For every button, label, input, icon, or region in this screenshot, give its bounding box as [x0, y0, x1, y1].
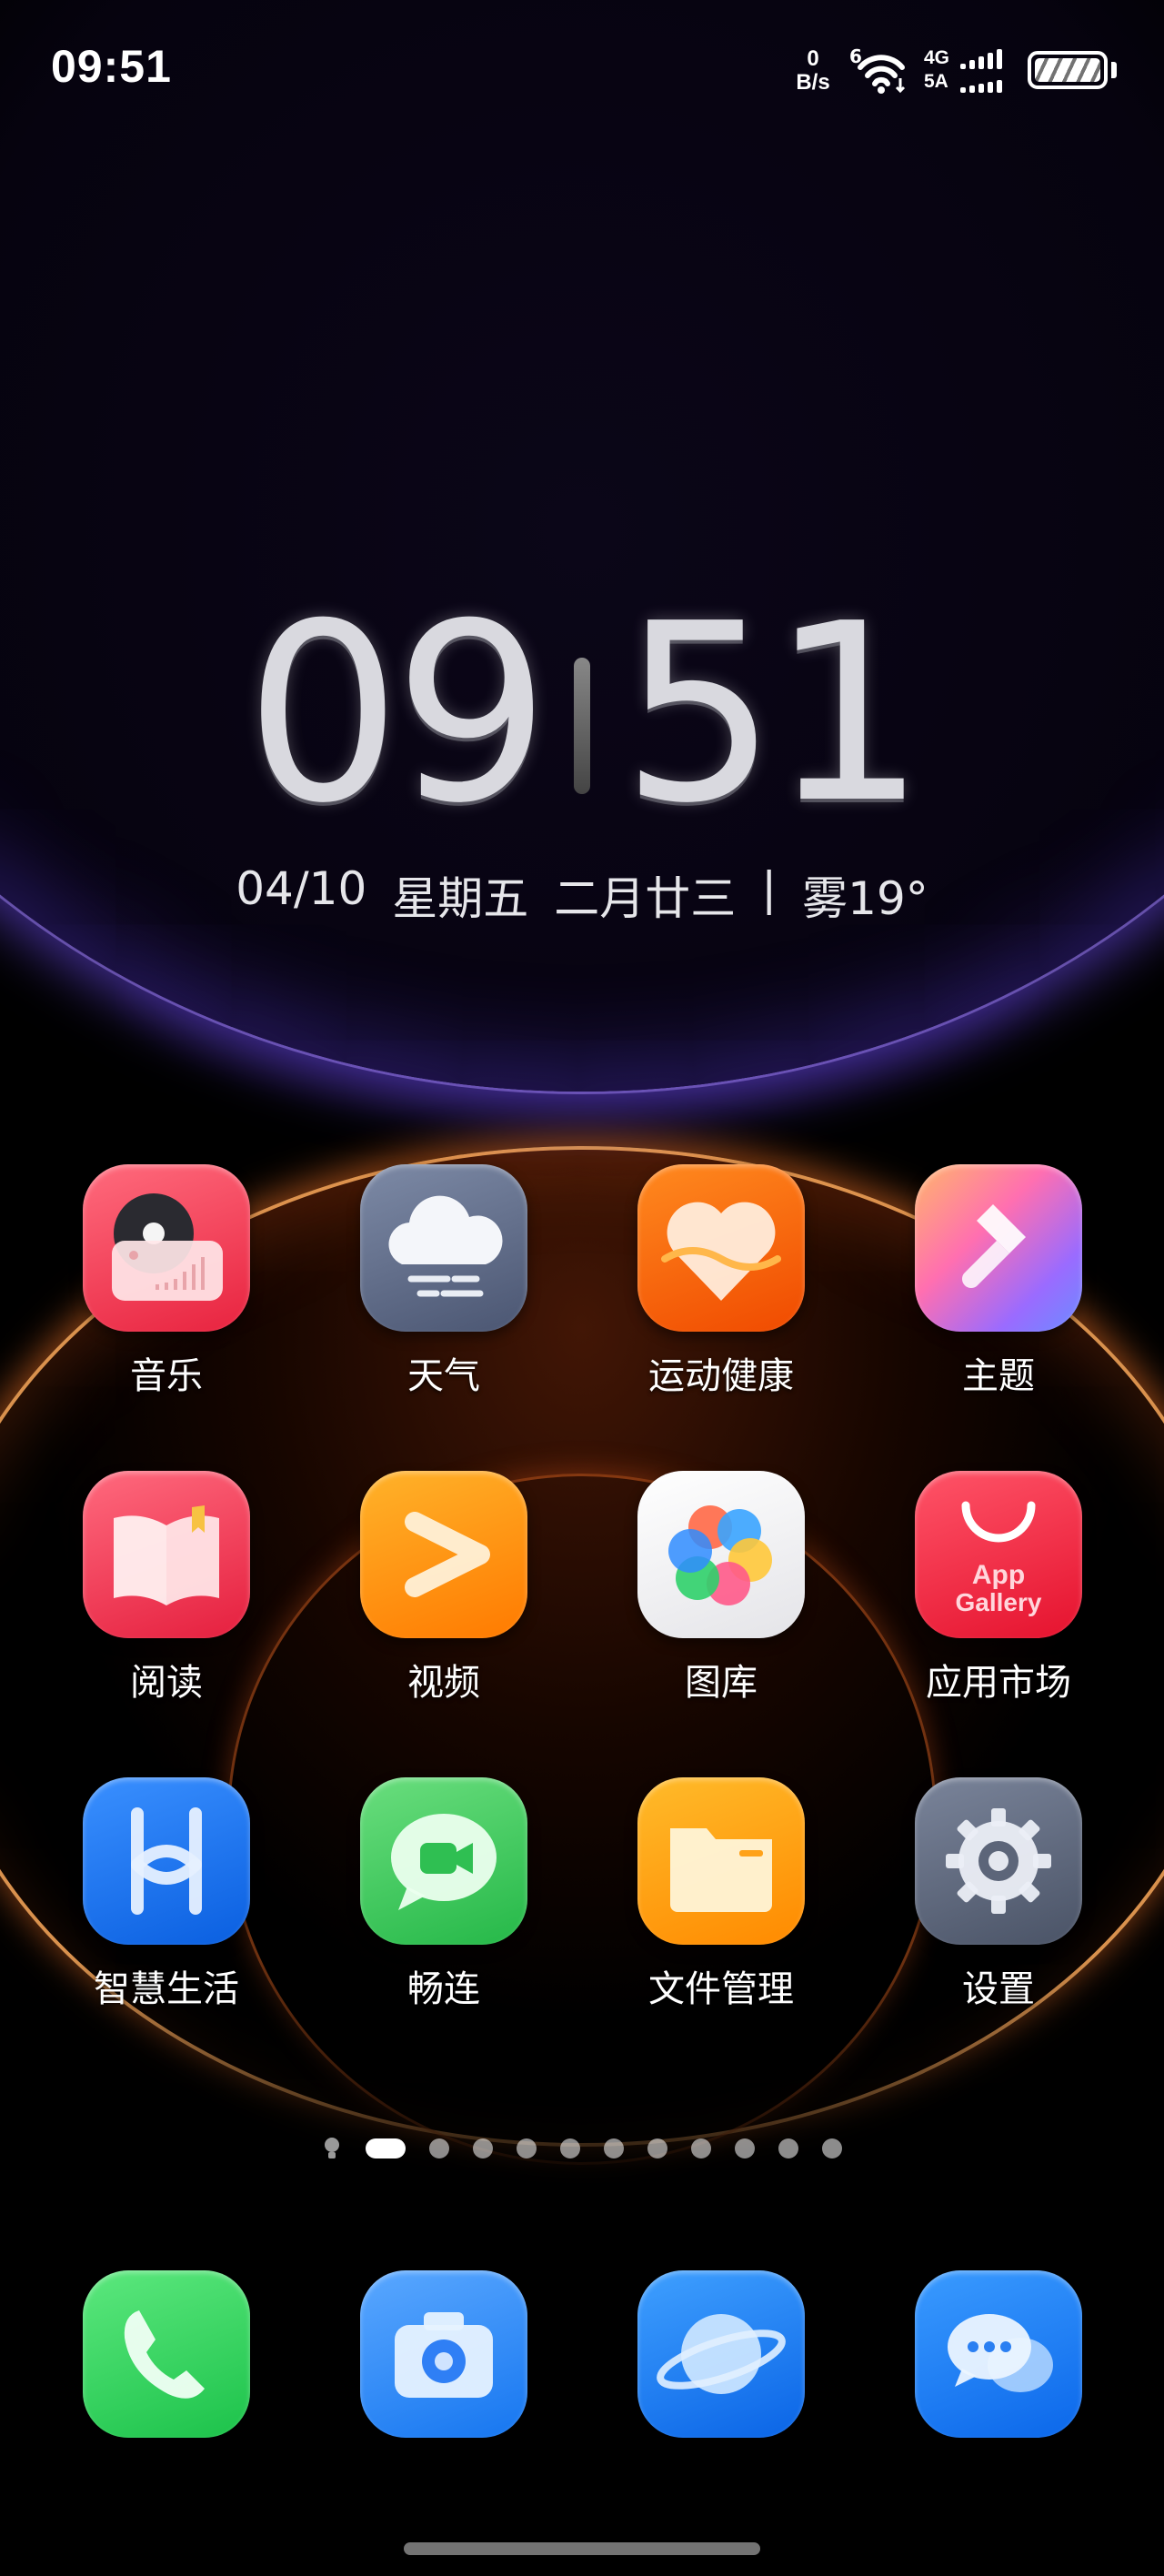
app-label: 阅读 — [130, 1662, 203, 1704]
cellular-signal: 4G 5A — [924, 47, 1015, 95]
appgallery-icon-text-gallery: Gallery — [956, 1588, 1042, 1616]
clock-date: 04/10 — [236, 862, 367, 915]
dock-messages[interactable] — [871, 2270, 1126, 2438]
app-files[interactable]: 文件管理 — [594, 1777, 848, 2012]
page-dot[interactable] — [647, 2138, 667, 2158]
sim1-label: 4G — [924, 47, 950, 68]
sim2-signal-bars — [960, 73, 1002, 93]
app-label: 畅连 — [407, 1968, 480, 2010]
page-dot[interactable] — [517, 2138, 537, 2158]
app-weather[interactable]: 天气 — [316, 1164, 571, 1399]
app-settings[interactable]: 设置 — [871, 1777, 1126, 2012]
appgallery-icon-text-app: App — [972, 1560, 1025, 1590]
app-label: 设置 — [962, 1968, 1035, 2010]
gallery-icon — [637, 1471, 805, 1638]
network-speed-unit: B/s — [796, 70, 830, 95]
phone-icon — [83, 2270, 250, 2438]
clock-lunar-date: 二月廿三 — [554, 872, 737, 925]
clock-separator — [574, 658, 590, 794]
page-dot[interactable] — [735, 2138, 755, 2158]
dock-browser[interactable] — [594, 2270, 848, 2438]
clock-weather: 雾19° — [802, 872, 928, 925]
gesture-navigation-bar[interactable] — [404, 2542, 760, 2555]
app-ai-life[interactable]: 智慧生活 — [39, 1777, 294, 2012]
page-indicator[interactable] — [0, 2132, 1164, 2165]
weather-icon — [360, 1164, 527, 1332]
app-label: 应用市场 — [926, 1662, 1071, 1704]
sim1-signal-bars — [960, 49, 1002, 69]
dock-camera[interactable] — [316, 2270, 571, 2438]
app-label: 图库 — [685, 1662, 758, 1704]
app-label: 视频 — [407, 1662, 480, 1704]
clock-widget[interactable]: 09 51 04/10 星期五 二月廿三 | 雾19° — [0, 591, 1164, 937]
status-bar[interactable]: 09:51 0 B/s 6 4G 5A — [0, 0, 1164, 136]
app-label: 运动健康 — [648, 1355, 794, 1397]
page-dot[interactable] — [604, 2138, 624, 2158]
app-label: 天气 — [407, 1355, 480, 1397]
app-label: 音乐 — [130, 1355, 203, 1397]
appgallery-icon: App Gallery — [915, 1471, 1082, 1638]
app-health[interactable]: 运动健康 — [594, 1164, 848, 1399]
wifi-icon — [858, 55, 906, 94]
video-icon — [360, 1471, 527, 1638]
sim2-label: 5A — [924, 71, 948, 92]
page-dot[interactable] — [560, 2138, 580, 2158]
dock-phone[interactable] — [39, 2270, 294, 2438]
messages-icon — [915, 2270, 1082, 2438]
app-label: 主题 — [962, 1355, 1035, 1397]
app-music[interactable]: 音乐 — [39, 1164, 294, 1399]
battery-tip — [1111, 62, 1117, 78]
status-time: 09:51 — [51, 41, 172, 92]
themes-icon — [915, 1164, 1082, 1332]
battery-icon — [1028, 51, 1108, 89]
browser-icon — [637, 2270, 805, 2438]
page-dot[interactable] — [778, 2138, 798, 2158]
app-books[interactable]: 阅读 — [39, 1471, 294, 1706]
ai-life-icon — [83, 1777, 250, 1945]
clock-minutes: 51 — [621, 570, 927, 857]
settings-icon — [915, 1777, 1082, 1945]
app-themes[interactable]: 主题 — [871, 1164, 1126, 1399]
meetime-icon — [360, 1777, 527, 1945]
page-dot[interactable] — [429, 2138, 449, 2158]
clock-digits: 09 51 — [0, 591, 1164, 837]
app-meetime[interactable]: 畅连 — [316, 1777, 571, 2012]
page-dot-active[interactable] — [366, 2138, 406, 2158]
lightbulb-icon[interactable] — [322, 2136, 342, 2161]
music-icon — [83, 1164, 250, 1332]
app-label: 智慧生活 — [94, 1968, 239, 2010]
files-icon — [637, 1777, 805, 1945]
clock-hours: 09 — [245, 570, 550, 857]
app-label: 文件管理 — [648, 1968, 794, 2010]
page-dot[interactable] — [822, 2138, 842, 2158]
network-speed: 0 B/s — [789, 47, 837, 95]
clock-weekday: 星期五 — [392, 872, 529, 925]
health-icon — [637, 1164, 805, 1332]
clock-divider: | — [761, 862, 778, 915]
camera-icon — [360, 2270, 527, 2438]
network-speed-value: 0 — [807, 46, 819, 71]
page-dot[interactable] — [473, 2138, 493, 2158]
clock-date-weather: 04/10 星期五 二月廿三 | 雾19° — [0, 862, 1164, 928]
app-appgallery[interactable]: App Gallery 应用市场 — [871, 1471, 1126, 1706]
page-dot[interactable] — [691, 2138, 711, 2158]
app-gallery[interactable]: 图库 — [594, 1471, 848, 1706]
books-icon — [83, 1471, 250, 1638]
dock — [0, 2270, 1164, 2443]
app-video[interactable]: 视频 — [316, 1471, 571, 1706]
wallpaper-fade — [0, 1956, 1164, 2576]
